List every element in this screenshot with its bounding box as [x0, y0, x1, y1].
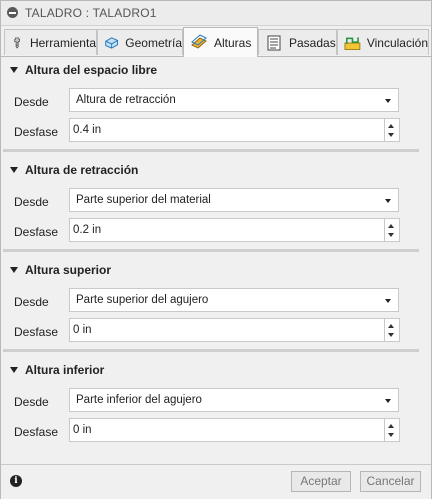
desde-select[interactable]: Parte inferior del agujero — [69, 388, 399, 412]
desfase-label: Desfase — [14, 225, 59, 239]
input-value: 0.2 in — [73, 224, 102, 236]
tab-herramienta[interactable]: Herramienta — [4, 29, 97, 55]
collapse-caret-icon[interactable] — [10, 267, 18, 273]
spin-up-icon[interactable] — [388, 124, 394, 128]
section-header-clearance[interactable]: Altura del espacio libre — [1, 61, 431, 81]
select-value: Parte inferior del agujero — [76, 394, 202, 406]
section-header-top[interactable]: Altura superior — [1, 261, 431, 281]
title-bar: TALADRO : TALADRO1 — [1, 1, 431, 26]
section-title: Altura superior — [25, 263, 112, 277]
spin-down-icon[interactable] — [388, 233, 394, 237]
tab-geometria[interactable]: Geometría — [97, 29, 183, 55]
collapse-caret-icon[interactable] — [10, 367, 18, 373]
desfase-label: Desfase — [14, 325, 59, 339]
spin-down-icon[interactable] — [388, 333, 394, 337]
input-value: 0 in — [73, 424, 92, 436]
spin-buttons[interactable] — [384, 319, 399, 341]
tab-label: Vinculación — [366, 35, 428, 50]
select-value: Parte superior del material — [76, 194, 211, 206]
spin-buttons[interactable] — [384, 219, 399, 241]
spin-down-icon[interactable] — [388, 133, 394, 137]
spin-buttons[interactable] — [384, 419, 399, 441]
section-title: Altura del espacio libre — [25, 63, 158, 77]
spin-up-icon[interactable] — [388, 324, 394, 328]
desde-select[interactable]: Parte superior del material — [69, 188, 399, 212]
tool-icon — [14, 37, 20, 49]
dialog-window: TALADRO : TALADRO1 Herramienta Geometría — [0, 0, 432, 499]
section-divider — [3, 249, 419, 252]
select-value: Parte superior del agujero — [76, 294, 209, 306]
linking-icon — [344, 36, 361, 50]
spin-up-icon[interactable] — [388, 224, 394, 228]
window-title: TALADRO : TALADRO1 — [25, 6, 157, 20]
section-title: Altura de retracción — [25, 163, 139, 177]
dropdown-arrow-icon — [385, 199, 391, 203]
desde-label: Desde — [14, 195, 49, 209]
desde-select[interactable]: Altura de retracción — [69, 88, 399, 112]
section-header-bottom[interactable]: Altura inferior — [1, 361, 431, 381]
spin-down-icon[interactable] — [388, 433, 394, 437]
heights-icon — [191, 33, 207, 49]
tab-bar: Herramienta Geometría Alturas Pasadas Vi… — [1, 26, 431, 57]
info-icon[interactable]: i — [10, 475, 22, 487]
tab-label: Alturas — [214, 35, 252, 50]
section-divider — [3, 349, 419, 352]
accept-button[interactable]: Aceptar — [291, 471, 351, 492]
collapse-caret-icon[interactable] — [10, 167, 18, 173]
geometry-icon — [105, 36, 119, 49]
collapse-caret-icon[interactable] — [10, 67, 18, 73]
section-divider — [3, 149, 419, 152]
desfase-input[interactable]: 0.2 in — [69, 218, 400, 242]
dropdown-arrow-icon — [385, 399, 391, 403]
tab-label: Geometría — [125, 35, 182, 50]
tab-label: Pasadas — [289, 35, 336, 50]
section-title: Altura inferior — [25, 363, 105, 377]
spin-buttons[interactable] — [384, 119, 399, 141]
input-value: 0 in — [73, 324, 92, 336]
tab-vinculacion[interactable]: Vinculación — [337, 29, 429, 55]
desde-label: Desde — [14, 95, 49, 109]
cancel-button[interactable]: Cancelar — [360, 471, 421, 492]
dropdown-arrow-icon — [385, 299, 391, 303]
select-value: Altura de retracción — [76, 94, 176, 106]
desfase-input[interactable]: 0 in — [69, 418, 400, 442]
desde-select[interactable]: Parte superior del agujero — [69, 288, 399, 312]
passes-icon — [267, 35, 281, 50]
input-value: 0.4 in — [73, 124, 102, 136]
dropdown-arrow-icon — [385, 99, 391, 103]
collapse-icon[interactable] — [7, 7, 18, 18]
desfase-input[interactable]: 0 in — [69, 318, 400, 342]
section-header-retract[interactable]: Altura de retracción — [1, 161, 431, 181]
tab-label: Herramienta — [29, 35, 96, 50]
spin-up-icon[interactable] — [388, 424, 394, 428]
desde-label: Desde — [14, 295, 49, 309]
tab-pasadas[interactable]: Pasadas — [258, 29, 337, 55]
desde-label: Desde — [14, 395, 49, 409]
desfase-label: Desfase — [14, 425, 59, 439]
desfase-label: Desfase — [14, 125, 59, 139]
desfase-input[interactable]: 0.4 in — [69, 118, 400, 142]
dialog-footer: i Aceptar Cancelar — [1, 464, 431, 499]
tab-alturas[interactable]: Alturas — [183, 27, 258, 57]
